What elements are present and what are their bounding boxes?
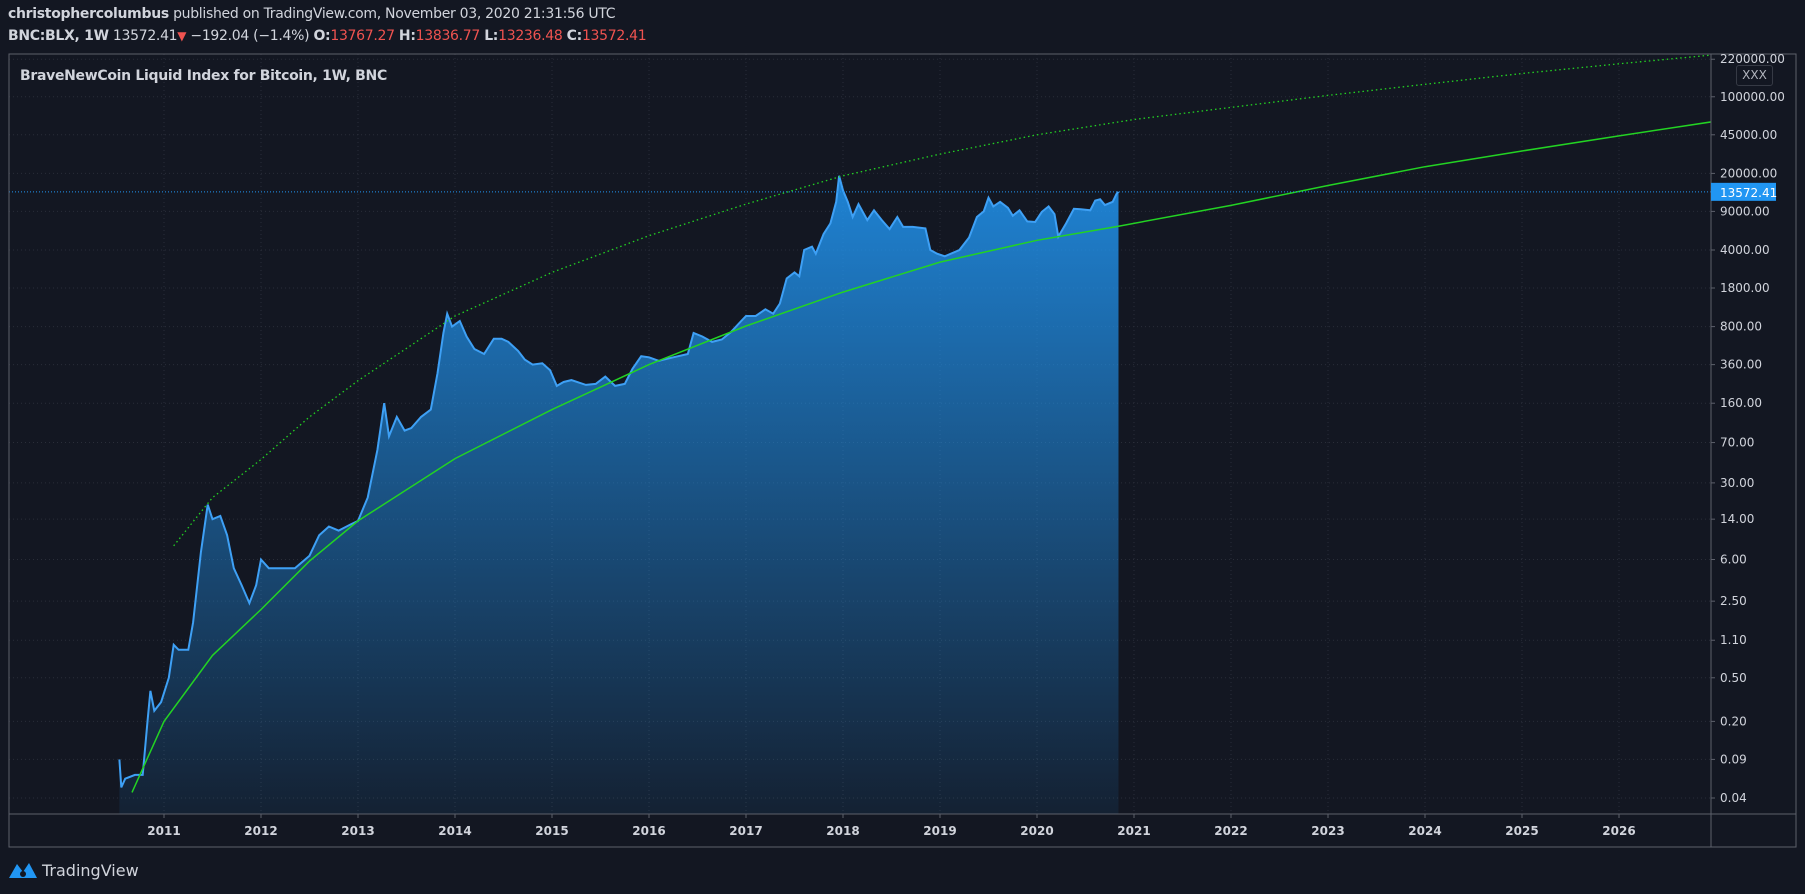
price-axis-label: 6.00	[1720, 552, 1747, 566]
price-axis-label: 800.00	[1720, 320, 1762, 334]
time-axis-label: 2023	[1311, 824, 1344, 838]
price-axis-label: 2.50	[1720, 594, 1747, 608]
price-axis-label: 0.50	[1720, 671, 1747, 685]
price-chart[interactable]: 220000.00100000.0045000.0020000.009000.0…	[0, 0, 1805, 894]
price-axis-label: 20000.00	[1720, 166, 1777, 180]
time-axis-label: 2022	[1214, 824, 1247, 838]
time-axis-label: 2020	[1020, 824, 1053, 838]
price-area-fill	[119, 175, 1119, 814]
price-axis-label: 45000.00	[1720, 128, 1777, 142]
price-axis-label: 1.10	[1720, 633, 1747, 647]
time-axis-label: 2017	[729, 824, 762, 838]
price-axis-label: 160.00	[1720, 396, 1762, 410]
time-axis-label: 2024	[1408, 824, 1441, 838]
time-axis-label: 2014	[438, 824, 471, 838]
price-axis-label: 4000.00	[1720, 243, 1770, 257]
price-axis-label: 14.00	[1720, 512, 1754, 526]
price-axis-label: 0.20	[1720, 714, 1747, 728]
price-axis-label: 1800.00	[1720, 281, 1770, 295]
price-axis-label: 100000.00	[1720, 90, 1785, 104]
scale-button[interactable]: XXX	[1736, 65, 1773, 86]
time-axis-label: 2013	[341, 824, 374, 838]
time-axis-label: 2019	[923, 824, 956, 838]
brand-name: TradingView	[42, 860, 139, 880]
price-axis-label: 0.04	[1720, 791, 1747, 805]
time-axis-label: 2015	[535, 824, 568, 838]
chart-title: BraveNewCoin Liquid Index for Bitcoin, 1…	[20, 68, 387, 84]
time-axis-label: 2025	[1505, 824, 1538, 838]
price-axis-label: 70.00	[1720, 436, 1754, 450]
price-axis-label: 9000.00	[1720, 204, 1770, 218]
tradingview-logo[interactable]: TradingView	[8, 860, 139, 880]
time-axis-label: 2021	[1117, 824, 1150, 838]
time-axis-label: 2011	[147, 824, 180, 838]
last-price-label: 13572.41	[1720, 186, 1777, 200]
time-axis-label: 2016	[632, 824, 665, 838]
price-axis-label: 360.00	[1720, 358, 1762, 372]
time-axis-label: 2018	[826, 824, 859, 838]
time-axis-label: 2026	[1602, 824, 1635, 838]
tradingview-logo-icon	[9, 863, 37, 878]
time-axis-label: 2012	[244, 824, 277, 838]
price-axis-label: 30.00	[1720, 476, 1754, 490]
price-axis-label: 0.09	[1720, 752, 1747, 766]
